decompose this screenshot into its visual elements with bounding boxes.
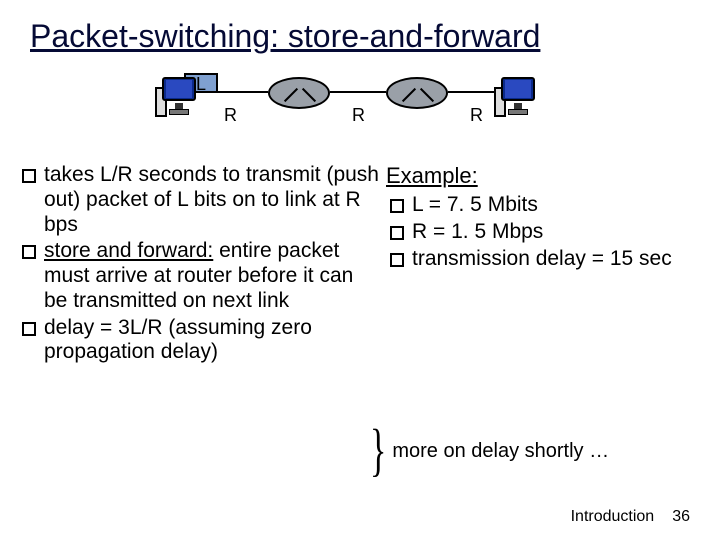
example-bullet: L = 7. 5 Mbits <box>386 193 682 218</box>
example-bullet: R = 1. 5 Mbps <box>386 220 682 245</box>
footnote-text: more on delay shortly … <box>392 440 609 463</box>
link-1 <box>208 91 268 93</box>
brace-icon: } <box>370 432 386 472</box>
link-label-1: R <box>224 105 237 126</box>
bullet-marker-icon <box>22 245 36 259</box>
example-bullet: transmission delay = 15 sec <box>386 247 682 272</box>
network-diagram: L R R R <box>0 67 720 157</box>
bullet-marker-icon <box>22 169 36 183</box>
link-3 <box>448 91 494 93</box>
page-number: 36 <box>672 508 690 526</box>
bullet-text: store and forward: entire packet must ar… <box>44 239 382 313</box>
bullet-marker-icon <box>390 199 404 213</box>
host-right-icon <box>494 77 542 119</box>
example-text: R = 1. 5 Mbps <box>412 220 682 245</box>
bullet-item: takes L/R seconds to transmit (push out)… <box>22 163 382 237</box>
bullet-prefix: store and forward: <box>44 239 213 262</box>
router-1-icon <box>268 77 330 109</box>
bullet-text: delay = 3L/R (assuming zero propagation … <box>44 316 382 366</box>
example-text: L = 7. 5 Mbits <box>412 193 682 218</box>
bullet-item: store and forward: entire packet must ar… <box>22 239 382 313</box>
host-left-icon <box>155 77 203 119</box>
right-column: Example: L = 7. 5 Mbits R = 1. 5 Mbps tr… <box>382 163 682 273</box>
example-heading: Example: <box>386 163 682 189</box>
link-2 <box>330 91 386 93</box>
link-label-2: R <box>352 105 365 126</box>
bullet-item: delay = 3L/R (assuming zero propagation … <box>22 316 382 366</box>
bullet-marker-icon <box>390 226 404 240</box>
link-label-3: R <box>470 105 483 126</box>
content-area: takes L/R seconds to transmit (push out)… <box>0 157 720 367</box>
slide-footer: Introduction 36 <box>571 508 690 526</box>
example-text: transmission delay = 15 sec <box>412 247 682 272</box>
left-column: takes L/R seconds to transmit (push out)… <box>22 163 382 367</box>
bullet-marker-icon <box>390 253 404 267</box>
footnote-wrap: } more on delay shortly … <box>370 440 609 464</box>
chapter-label: Introduction <box>571 508 655 526</box>
bullet-marker-icon <box>22 322 36 336</box>
bullet-text: takes L/R seconds to transmit (push out)… <box>44 163 382 237</box>
slide-title: Packet-switching: store-and-forward <box>0 0 720 63</box>
router-2-icon <box>386 77 448 109</box>
